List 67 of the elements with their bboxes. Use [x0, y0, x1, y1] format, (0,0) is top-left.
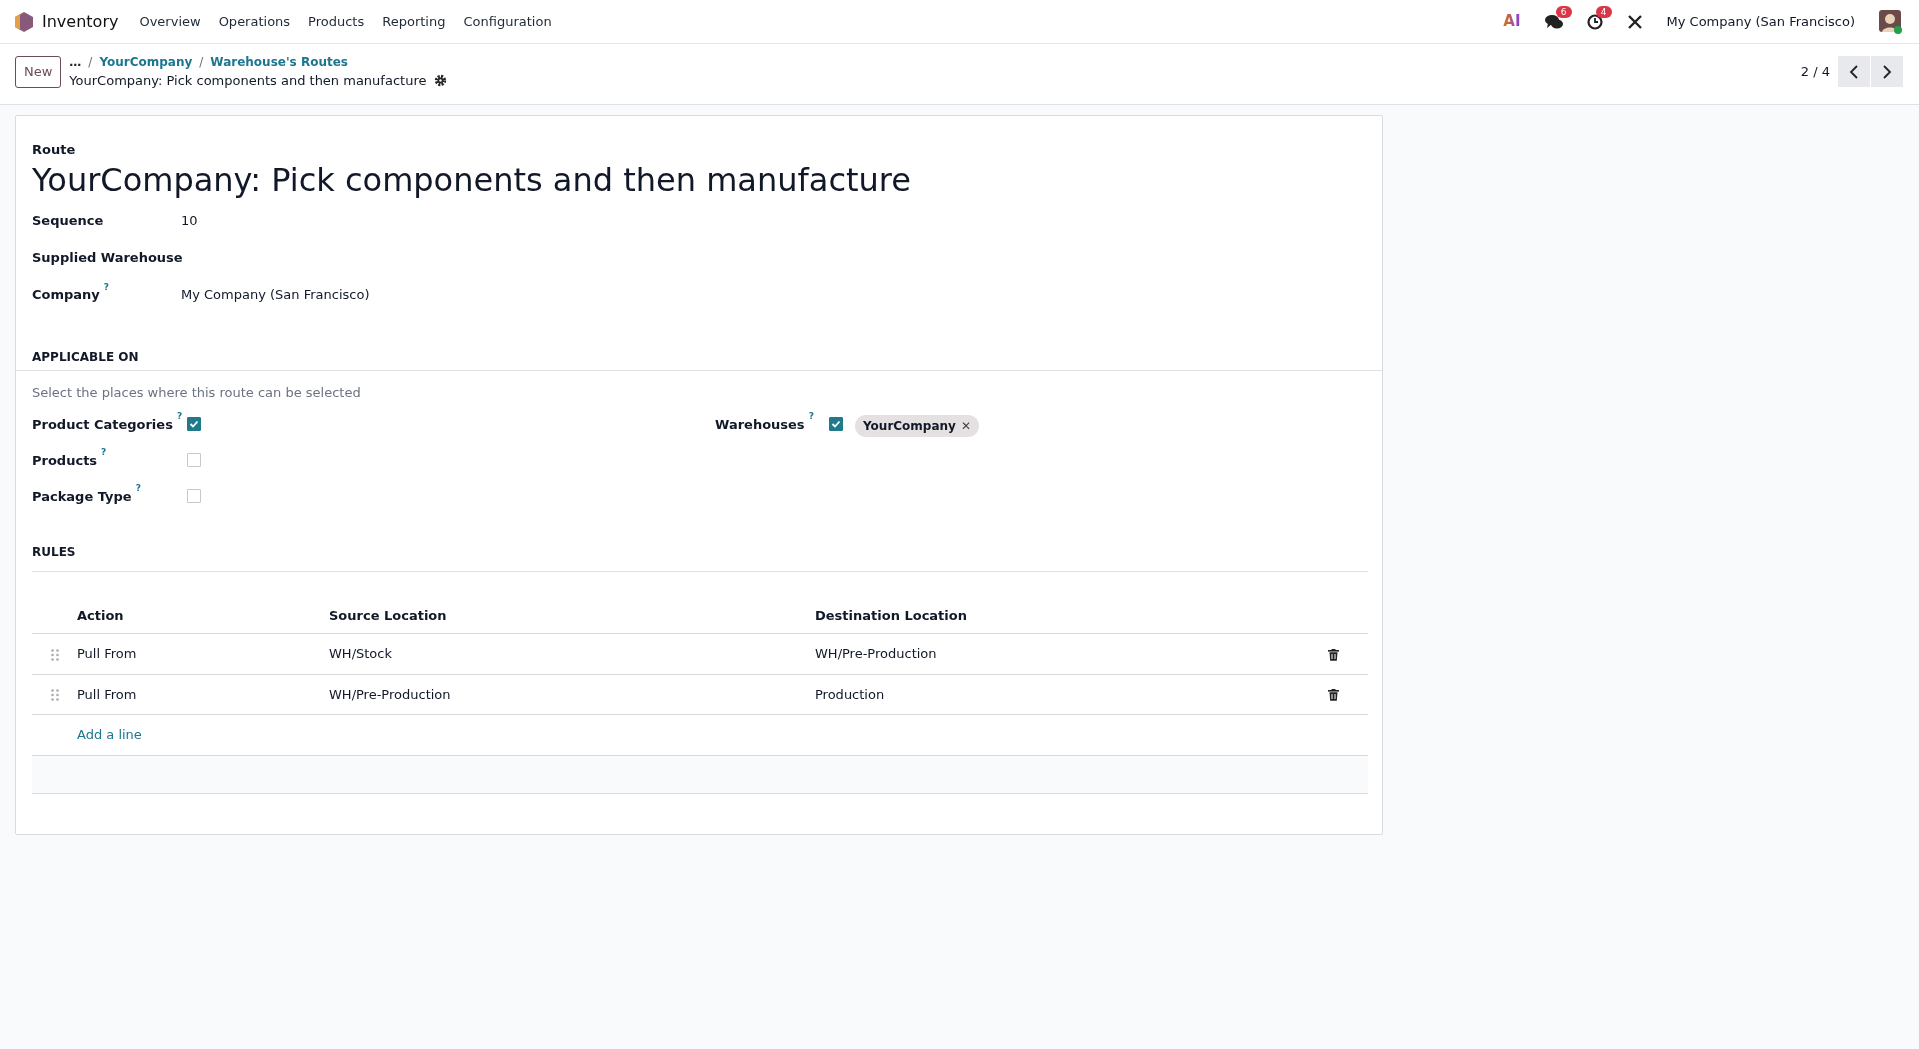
help-tooltip[interactable]: ? — [101, 447, 107, 458]
remove-tag-button[interactable]: ✕ — [960, 416, 971, 435]
checkbox[interactable] — [187, 488, 201, 503]
help-tooltip[interactable]: ? — [808, 411, 814, 422]
message-count-badge: 6 — [1555, 5, 1572, 19]
record-name: YourCompany: Pick components and then manufacture — [32, 161, 912, 200]
trash-icon[interactable] — [1328, 689, 1339, 702]
help-tooltip[interactable]: ? — [176, 411, 183, 422]
table-cell: WH/Pre-Production — [815, 633, 1328, 675]
pager-value: 2 / 4 — [1800, 63, 1830, 81]
tag-label: YourCompany — [863, 417, 956, 435]
field-value: My Company (San Francisco) — [181, 286, 370, 305]
column-header[interactable]: Destination Location — [815, 597, 1328, 634]
hint-text: Select the places where this route can be selected — [32, 384, 362, 403]
drag-handle-icon[interactable] — [50, 689, 59, 702]
help-tooltip[interactable]: ? — [135, 483, 141, 494]
next-button[interactable] — [1871, 56, 1903, 88]
new-button[interactable]: New — [15, 56, 62, 88]
field-label: Sequence — [32, 213, 104, 229]
help-tooltip[interactable]: ? — [103, 281, 110, 292]
section-heading: RULES — [32, 543, 77, 561]
table-cell: Pull From — [77, 633, 329, 675]
app-name[interactable]: Inventory — [42, 9, 119, 34]
table-cell: Pull From — [77, 674, 329, 715]
chat-icon[interactable] — [1544, 13, 1563, 30]
table-cell: WH/Pre-Production — [329, 674, 815, 715]
add-line-link[interactable]: Add a line — [77, 727, 142, 743]
record-label: Route — [32, 140, 77, 159]
breadcrumb-link[interactable]: YourCompany — [99, 53, 193, 71]
app-logo-icon[interactable] — [14, 10, 34, 33]
breadcrumb-link[interactable]: Warehouse's Routes — [210, 53, 348, 71]
check-icon — [831, 418, 841, 429]
drag-handle-icon[interactable] — [50, 648, 59, 661]
checkbox[interactable] — [187, 452, 201, 467]
chevron-right-icon — [1882, 64, 1892, 79]
clock-icon[interactable] — [1586, 13, 1603, 30]
avatar-icon[interactable] — [1879, 9, 1903, 34]
trash-icon[interactable] — [1328, 648, 1339, 661]
checkbox[interactable] — [187, 416, 201, 431]
column-header[interactable]: Action — [77, 597, 329, 634]
field-label: Company — [32, 287, 100, 303]
menu-item[interactable]: Reporting — [373, 11, 455, 32]
field-label: Warehouses — [715, 416, 805, 432]
activity-count-badge: 4 — [1595, 5, 1612, 19]
check-icon — [189, 418, 199, 429]
company-switcher[interactable]: My Company (San Francisco) — [1666, 11, 1855, 32]
field-label: Products — [32, 452, 98, 468]
table-cell: WH/Stock — [329, 633, 815, 675]
menu-item[interactable]: Configuration — [454, 11, 561, 32]
menu-item[interactable]: Operations — [209, 11, 300, 32]
section-heading: APPLICABLE ON — [32, 349, 140, 367]
menu-item[interactable]: Overview — [130, 11, 210, 32]
gear-icon[interactable] — [434, 74, 448, 88]
field-label: Package Type — [32, 488, 132, 504]
checkbox[interactable] — [829, 416, 843, 431]
menu-item[interactable]: Products — [299, 11, 374, 32]
breadcrumb-separator: / — [199, 54, 204, 71]
field-value: 10 — [181, 212, 198, 231]
field-label: Supplied Warehouse — [32, 250, 183, 266]
column-header[interactable]: Source Location — [329, 597, 815, 634]
record-title: YourCompany: Pick components and then manufacture — [69, 72, 427, 90]
table-cell: Production — [815, 674, 1328, 715]
chevron-left-icon — [1849, 64, 1859, 79]
previous-button[interactable] — [1838, 56, 1870, 88]
breadcrumb-separator: / — [88, 54, 93, 71]
breadcrumb-link[interactable]: … — [69, 53, 82, 71]
field-label: Product Categories — [32, 416, 173, 432]
